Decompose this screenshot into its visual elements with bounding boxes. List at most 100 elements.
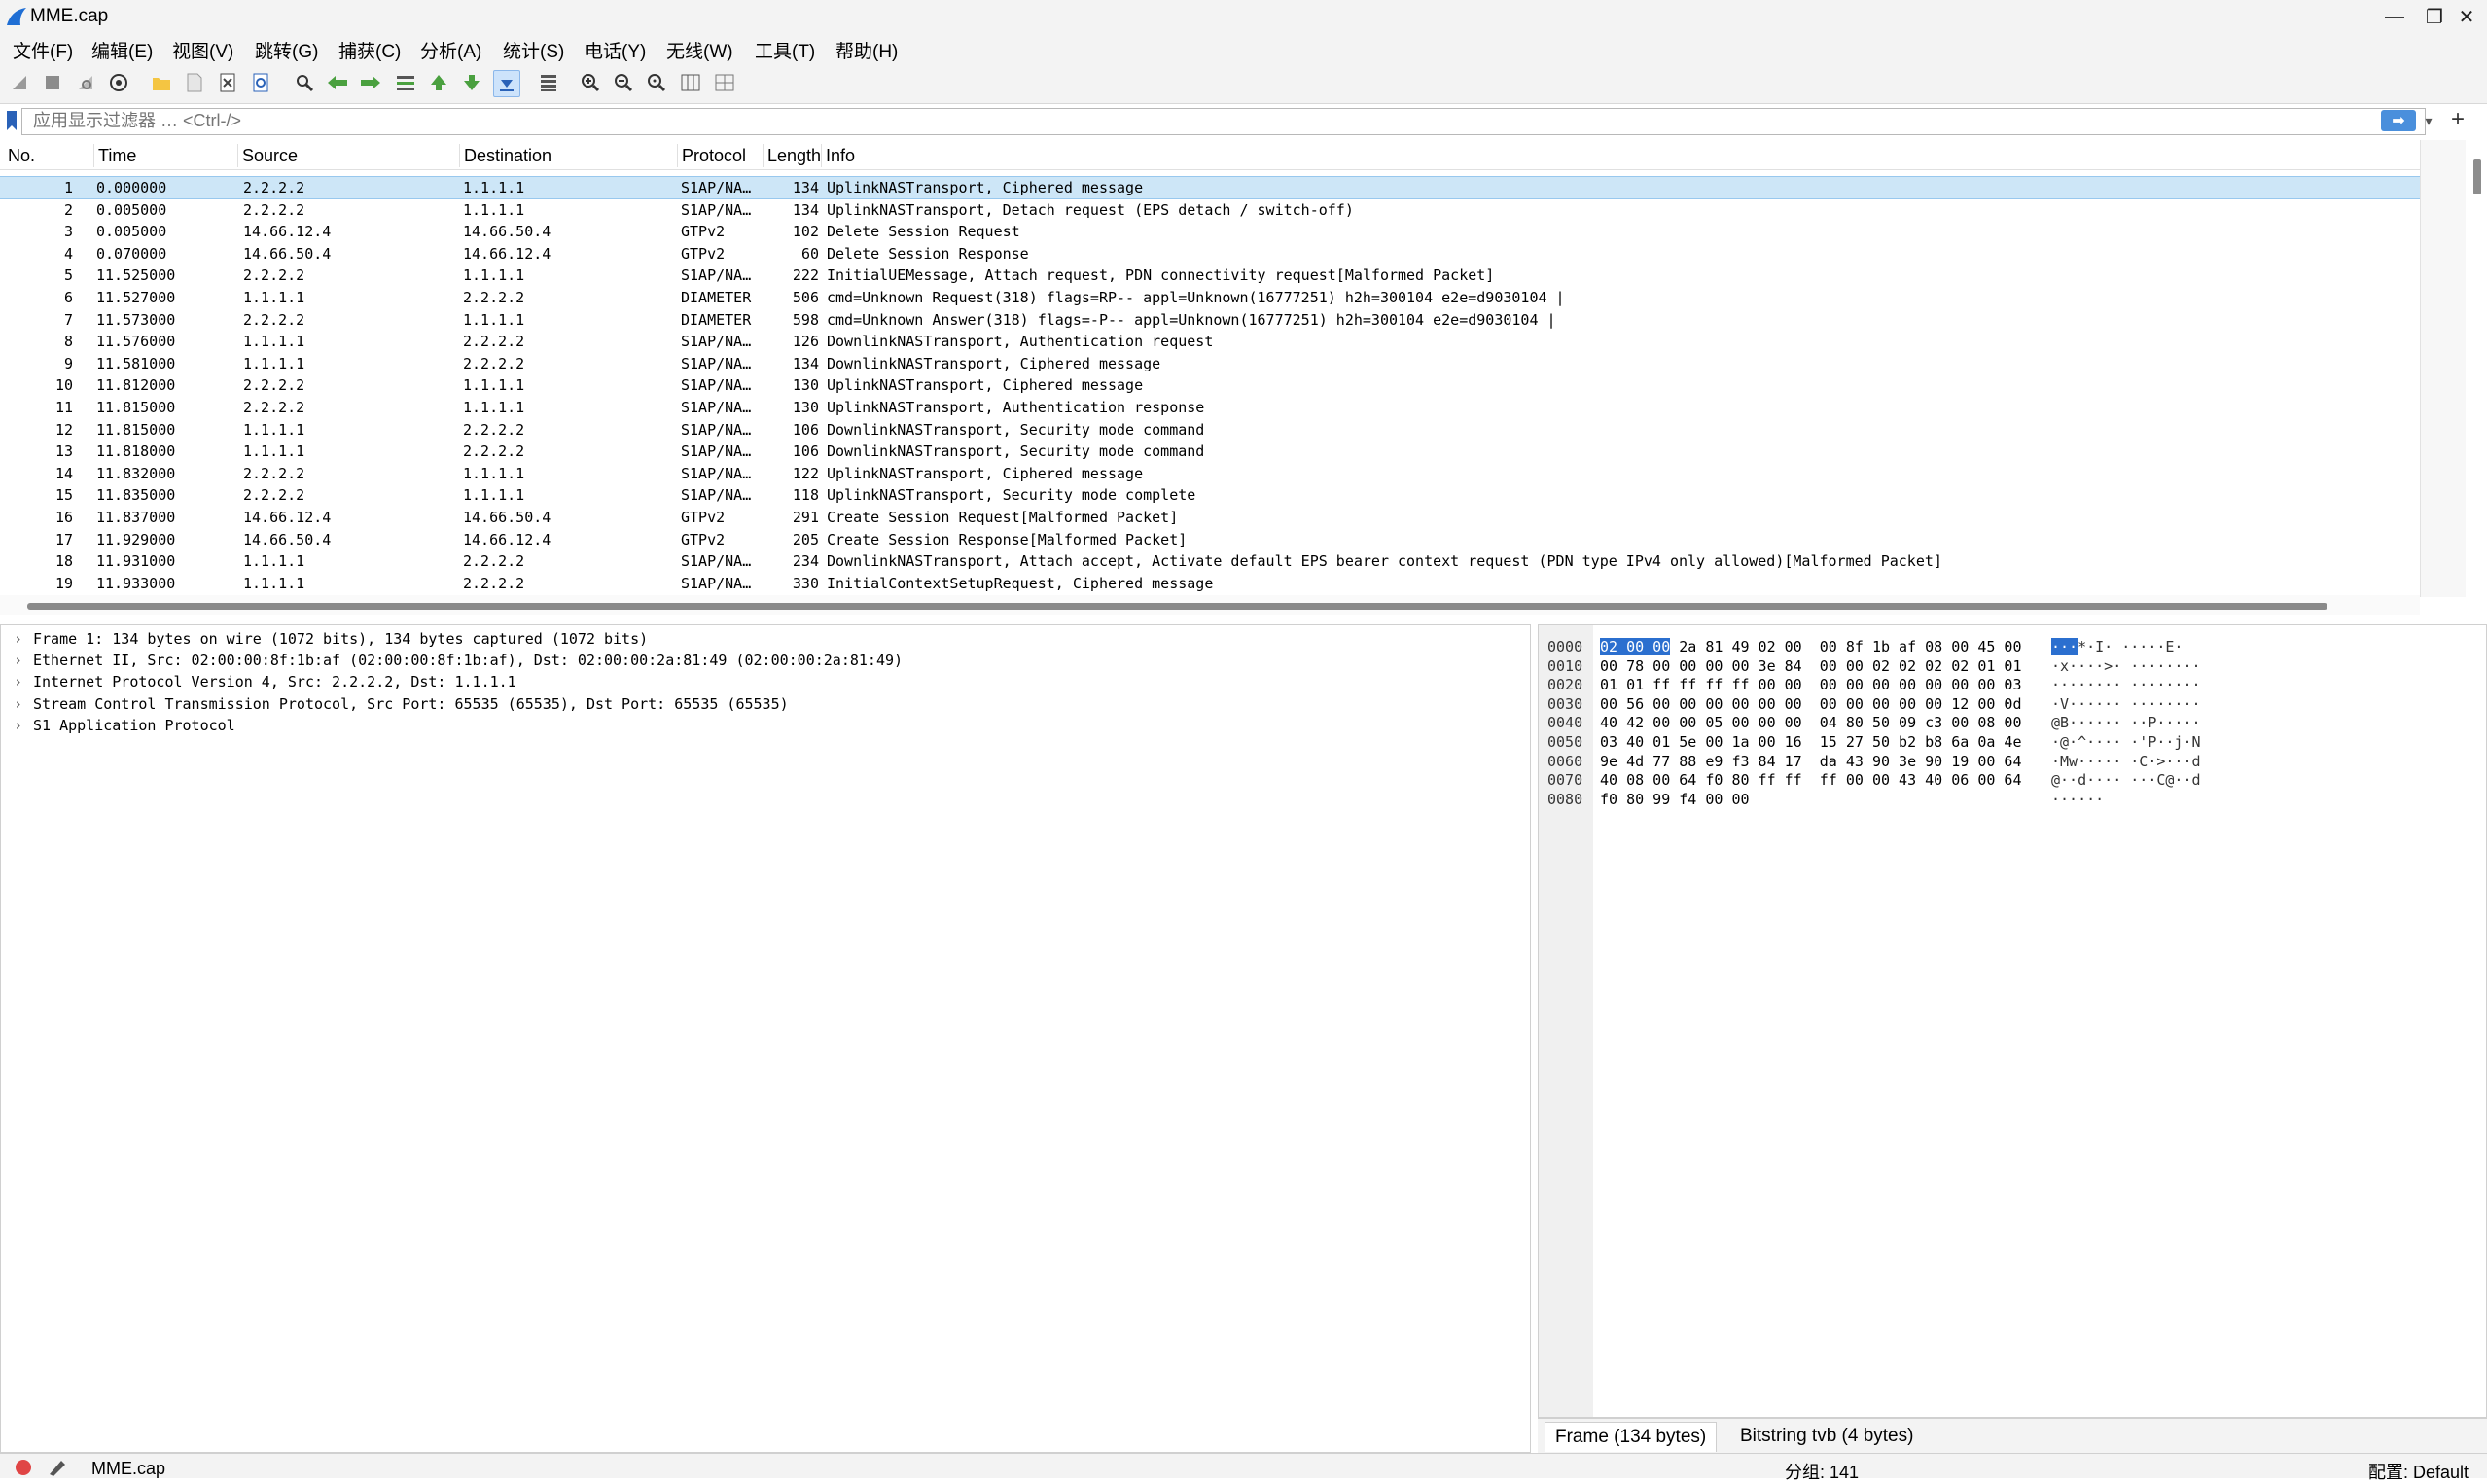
menu-analyze[interactable]: 分析(A) (420, 37, 481, 63)
menu-telephony[interactable]: 电话(Y) (585, 37, 646, 63)
status-profile[interactable]: 配置: Default (2368, 1459, 2469, 1484)
byte-hex-row[interactable]: f0 80 99 f4 00 00 (1600, 791, 1750, 808)
packet-row[interactable]: 9 11.581000 1.1.1.1 2.2.2.2 S1AP/NA… 134 Downl… (0, 353, 2420, 374)
byte-ascii-row[interactable]: @··d···· ···C@··d (2051, 771, 2201, 789)
menu-statistics[interactable]: 统计(S) (503, 37, 564, 63)
tree-item-ipv4[interactable]: › Internet Protocol Version 4, Src: 2.2.2… (14, 673, 516, 690)
byte-ascii-row[interactable]: @B······ ··P····· (2051, 714, 2201, 731)
close-button[interactable]: ✕ (2432, 0, 2487, 33)
packet-list-vertical-scroll-thumb[interactable] (2473, 159, 2481, 194)
resize-columns-icon[interactable] (678, 70, 703, 95)
packet-row[interactable]: 17 11.929000 14.66.50.4 14.66.12.4 GTPv2 205 C… (0, 529, 2420, 550)
byte-hex-row[interactable]: 00 78 00 00 00 00 3e 84 00 00 02 02 02 0… (1600, 657, 2021, 675)
selected-bytes[interactable]: 02 00 00 (1600, 638, 1671, 655)
go-forward-icon[interactable] (358, 70, 383, 95)
capture-options-icon[interactable] (106, 70, 131, 95)
menu-edit[interactable]: 编辑(E) (91, 37, 153, 63)
selected-ascii[interactable]: ··· (2051, 638, 2078, 655)
packet-row[interactable]: 19 11.933000 1.1.1.1 2.2.2.2 S1AP/NA… 330 Init… (0, 573, 2420, 594)
capture-comment-icon[interactable] (47, 1458, 68, 1477)
column-header-length[interactable]: Length (764, 144, 822, 167)
packet-row[interactable]: 12 11.815000 1.1.1.1 2.2.2.2 S1AP/NA… 106 Down… (0, 419, 2420, 441)
packet-list-horizontal-scroll-thumb[interactable] (27, 603, 2327, 610)
menu-capture[interactable]: 捕获(C) (338, 37, 401, 63)
tab-frame-bytes[interactable]: Frame (134 bytes) (1545, 1422, 1718, 1452)
byte-ascii-row[interactable]: ·@·^···· ·'P··j·N (2051, 733, 2201, 751)
menu-tools[interactable]: 工具(T) (755, 37, 815, 63)
byte-ascii-row[interactable]: ·Mw····· ·C·>···d (2051, 753, 2201, 770)
tab-bitstring-tvb[interactable]: Bitstring tvb (4 bytes) (1730, 1422, 1923, 1451)
packet-row[interactable]: 1 0.000000 2.2.2.2 1.1.1.1 S1AP/NA… 134 Uplink… (0, 176, 2420, 199)
reload-file-icon[interactable] (248, 70, 273, 95)
byte-ascii-row[interactable]: ······ (2051, 791, 2104, 808)
menu-wireless[interactable]: 无线(W) (666, 37, 733, 63)
save-file-icon[interactable] (182, 70, 207, 95)
zoom-out-icon[interactable] (611, 70, 636, 95)
last-packet-icon[interactable] (459, 70, 484, 95)
packet-row[interactable]: 10 11.812000 2.2.2.2 1.1.1.1 S1AP/NA… 130 Upli… (0, 374, 2420, 396)
add-filter-button-icon[interactable]: + (2446, 106, 2469, 132)
column-header-info[interactable]: Info (822, 144, 2417, 167)
column-header-destination[interactable]: Destination (460, 144, 678, 167)
packet-row[interactable]: 11 11.815000 2.2.2.2 1.1.1.1 S1AP/NA… 130 Upli… (0, 397, 2420, 418)
chevron-right-icon[interactable]: › (14, 630, 33, 648)
byte-ascii-row[interactable]: ·V······ ········ (2051, 695, 2201, 713)
packet-row[interactable]: 15 11.835000 2.2.2.2 1.1.1.1 S1AP/NA… 118 Upli… (0, 484, 2420, 506)
byte-hex-row[interactable]: 40 08 00 64 f0 80 ff ff ff 00 00 43 40 0… (1600, 771, 2021, 789)
display-filter-input[interactable] (33, 110, 2367, 131)
byte-ascii-row[interactable]: ···*·I· ·····E· (2051, 638, 2183, 655)
packet-row[interactable]: 5 11.525000 2.2.2.2 1.1.1.1 S1AP/NA… 222 Initi… (0, 265, 2420, 286)
packet-row[interactable]: 3 0.005000 14.66.12.4 14.66.50.4 GTPv2 102 Del… (0, 221, 2420, 242)
expert-info-icon[interactable] (14, 1459, 33, 1476)
autoscroll-icon[interactable] (493, 70, 520, 97)
tree-item-sctp[interactable]: › Stream Control Transmission Protocol, S… (14, 695, 789, 713)
zoom-normal-icon[interactable] (644, 70, 669, 95)
byte-hex-row[interactable]: 9e 4d 77 88 e9 f3 84 17 da 43 90 3e 90 1… (1600, 753, 2021, 770)
packet-row[interactable]: 8 11.576000 1.1.1.1 2.2.2.2 S1AP/NA… 126 Downl… (0, 331, 2420, 352)
find-packet-icon[interactable] (292, 70, 317, 95)
packet-row[interactable]: 2 0.005000 2.2.2.2 1.1.1.1 S1AP/NA… 134 Uplink… (0, 199, 2420, 221)
packet-row[interactable]: 6 11.527000 1.1.1.1 2.2.2.2 DIAMETER 506 cmd=U… (0, 287, 2420, 308)
column-header-protocol[interactable]: Protocol (678, 144, 764, 167)
start-capture-icon[interactable] (7, 70, 32, 95)
packet-row[interactable]: 18 11.931000 1.1.1.1 2.2.2.2 S1AP/NA… 234 Down… (0, 550, 2420, 572)
filter-history-dropdown-icon[interactable]: ▾ (2420, 110, 2437, 131)
packet-row[interactable]: 4 0.070000 14.66.50.4 14.66.12.4 GTPv2 60 Dele… (0, 243, 2420, 265)
menu-help[interactable]: 帮助(H) (835, 37, 898, 63)
packet-list-vertical-scrollbar[interactable] (2420, 140, 2466, 597)
first-packet-icon[interactable] (426, 70, 451, 95)
column-header-source[interactable]: Source (238, 144, 460, 167)
packet-row[interactable]: 7 11.573000 2.2.2.2 1.1.1.1 DIAMETER 598 cmd=U… (0, 309, 2420, 331)
byte-hex-row[interactable]: 02 00 00 2a 81 49 02 00 00 8f 1b af 08 0… (1600, 638, 2021, 655)
layout-icon[interactable] (712, 70, 737, 95)
chevron-right-icon[interactable]: › (14, 673, 33, 690)
tree-item-ethernet[interactable]: › Ethernet II, Src: 02:00:00:8f:1b:af (02… (14, 652, 903, 669)
colorize-icon[interactable] (536, 70, 561, 95)
restart-capture-icon[interactable] (73, 70, 98, 95)
menu-go[interactable]: 跳转(G) (255, 37, 318, 63)
byte-ascii-row[interactable]: ·x····>· ········ (2051, 657, 2201, 675)
stop-capture-icon[interactable] (40, 70, 65, 95)
byte-hex-row[interactable]: 01 01 ff ff ff ff 00 00 00 00 00 00 00 0… (1600, 676, 2021, 693)
byte-hex-row[interactable]: 40 42 00 00 05 00 00 00 04 80 50 09 c3 0… (1600, 714, 2021, 731)
menu-file[interactable]: 文件(F) (13, 37, 73, 63)
column-header-time[interactable]: Time (94, 144, 238, 167)
bookmark-icon[interactable] (4, 109, 19, 132)
zoom-in-icon[interactable] (578, 70, 603, 95)
packet-row[interactable]: 13 11.818000 1.1.1.1 2.2.2.2 S1AP/NA… 106 Down… (0, 441, 2420, 462)
byte-hex-row[interactable]: 03 40 01 5e 00 1a 00 16 15 27 50 b2 b8 6… (1600, 733, 2021, 751)
packet-row[interactable]: 16 11.837000 14.66.12.4 14.66.50.4 GTPv2 291 C… (0, 507, 2420, 528)
close-file-icon[interactable] (215, 70, 240, 95)
open-file-icon[interactable] (149, 70, 174, 95)
column-header-no[interactable]: No. (4, 144, 94, 167)
go-back-icon[interactable] (325, 70, 350, 95)
apply-filter-icon[interactable]: ➡ (2381, 110, 2416, 131)
menu-view[interactable]: 视图(V) (172, 37, 233, 63)
byte-ascii-row[interactable]: ········ ········ (2051, 676, 2201, 693)
chevron-right-icon[interactable]: › (14, 717, 33, 734)
chevron-right-icon[interactable]: › (14, 652, 33, 669)
packet-row[interactable]: 14 11.832000 2.2.2.2 1.1.1.1 S1AP/NA… 122 Upli… (0, 463, 2420, 484)
tree-item-s1ap[interactable]: › S1 Application Protocol (14, 717, 235, 734)
byte-hex-row[interactable]: 00 56 00 00 00 00 00 00 00 00 00 00 00 1… (1600, 695, 2021, 713)
go-to-packet-icon[interactable] (393, 70, 418, 95)
